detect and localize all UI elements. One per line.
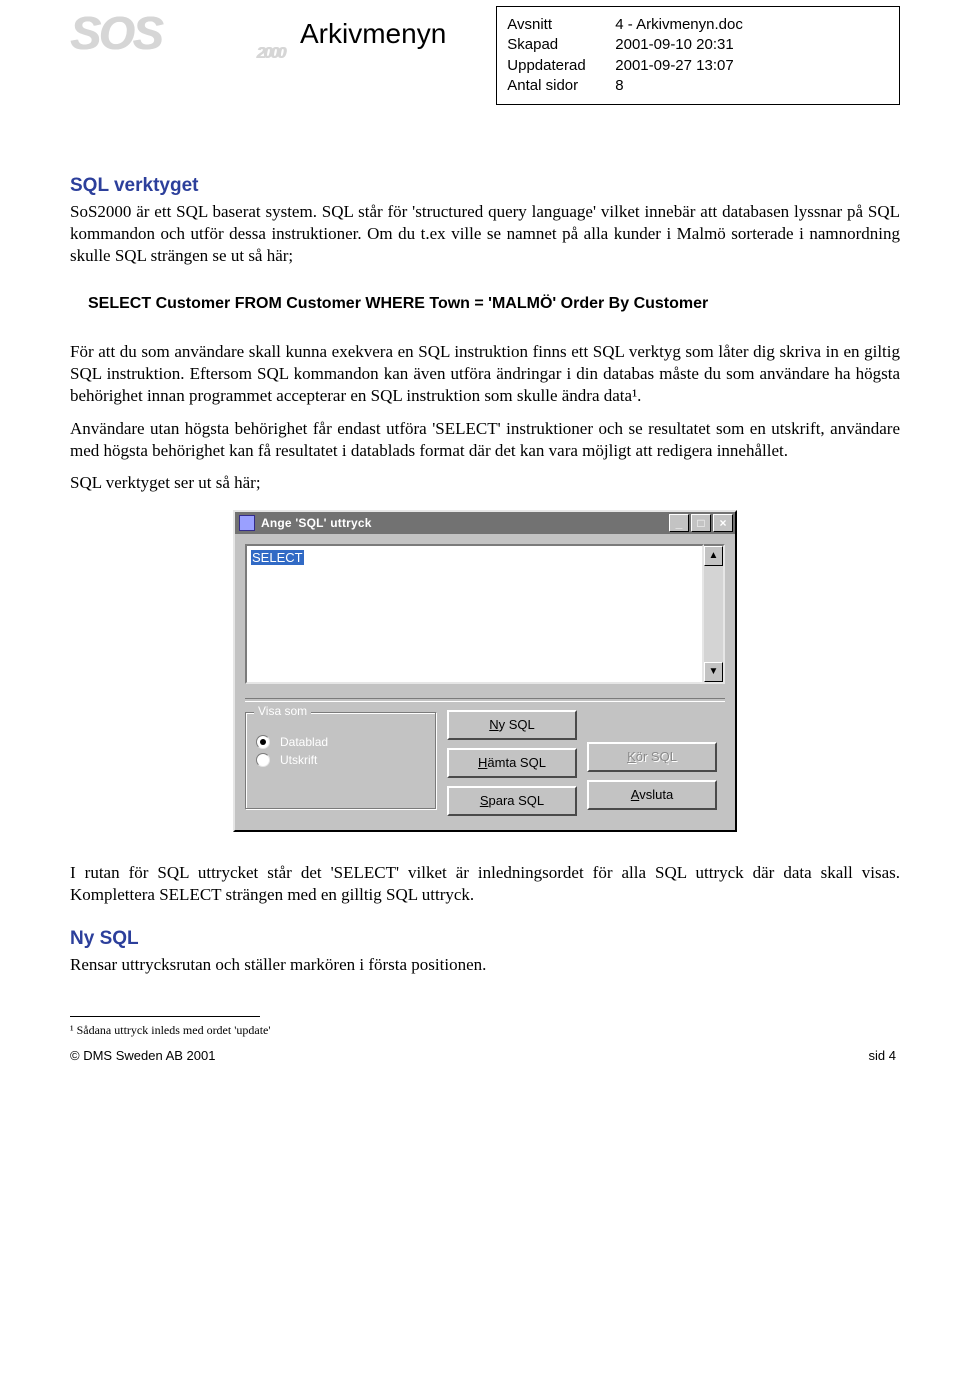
footer-left: © DMS Sweden AB 2001 [70, 1048, 215, 1063]
hamta-sql-label: ämta SQL [487, 755, 546, 770]
page-footer: © DMS Sweden AB 2001 sid 4 [70, 1048, 900, 1063]
logo: SOS 2000 [70, 10, 260, 56]
dialog-title: Ange 'SQL' uttryck [261, 516, 669, 530]
hamta-sql-accel: H [478, 755, 487, 770]
meta-section-label: Avsnitt [507, 15, 615, 35]
spara-sql-button[interactable]: Spara SQL [447, 786, 577, 816]
close-button[interactable]: × [713, 514, 733, 532]
hamta-sql-button[interactable]: Hämta SQL [447, 748, 577, 778]
avsluta-accel: A [631, 787, 639, 802]
para-5: I rutan för SQL uttrycket står det 'SELE… [70, 862, 900, 906]
vertical-scrollbar[interactable]: ▲ ▼ [704, 544, 725, 684]
heading-sql-verktyget: SQL verktyget [70, 175, 900, 197]
spara-sql-label: para SQL [489, 793, 545, 808]
para-4: SQL verktyget ser ut så här; [70, 472, 900, 494]
para-2: För att du som användare skall kunna exe… [70, 341, 900, 407]
sql-example: SELECT Customer FROM Customer WHERE Town… [88, 295, 900, 313]
group-legend: Visa som [254, 704, 311, 718]
page-title: Arkivmenyn [300, 10, 446, 50]
radio-utskrift-row[interactable]: Utskrift [256, 753, 426, 767]
meta-updated-value: 2001-09-27 13:07 [615, 56, 733, 76]
meta-pages-value: 8 [615, 76, 623, 96]
minimize-button[interactable]: _ [669, 514, 689, 532]
meta-box: Avsnitt4 - Arkivmenyn.doc Skapad2001-09-… [496, 6, 900, 105]
meta-pages-label: Antal sidor [507, 76, 615, 96]
dialog-titlebar[interactable]: Ange 'SQL' uttryck _ □ × [235, 512, 735, 534]
heading-ny-sql: Ny SQL [70, 928, 900, 950]
ny-sql-button[interactable]: Ny SQL [447, 710, 577, 740]
visa-som-group: Visa som Datablad Utskrift [245, 712, 437, 810]
sql-text-selected: SELECT [251, 550, 304, 565]
radio-utskrift[interactable] [256, 753, 270, 767]
para-6: Rensar uttrycksrutan och ställer marköre… [70, 954, 900, 976]
sql-dialog: Ange 'SQL' uttryck _ □ × SELECT ▲ ▼ [233, 510, 737, 832]
ny-sql-accel: N [489, 717, 498, 732]
footnote-rule [70, 1016, 260, 1017]
radio-datablad-label: Datablad [280, 735, 328, 749]
form-icon [239, 515, 255, 531]
radio-utskrift-label: Utskrift [280, 753, 317, 767]
minimize-icon: _ [676, 516, 683, 530]
maximize-icon: □ [697, 516, 704, 530]
radio-datablad-row[interactable]: Datablad [256, 735, 426, 749]
logo-subtext: 2000 [256, 46, 284, 62]
page-header: SOS 2000 Arkivmenyn Avsnitt4 - Arkivmeny… [70, 10, 900, 105]
meta-updated-label: Uppdaterad [507, 56, 615, 76]
close-icon: × [719, 516, 726, 530]
maximize-button[interactable]: □ [691, 514, 711, 532]
meta-created-label: Skapad [507, 35, 615, 55]
chevron-down-icon: ▼ [709, 666, 719, 677]
radio-datablad[interactable] [256, 735, 270, 749]
scroll-up-button[interactable]: ▲ [704, 546, 723, 566]
kor-sql-accel: K [627, 749, 636, 764]
chevron-up-icon: ▲ [709, 550, 719, 561]
ny-sql-label: y SQL [499, 717, 535, 732]
spara-sql-accel: S [480, 793, 489, 808]
kor-sql-button[interactable]: Kör SQL [587, 742, 717, 772]
scroll-down-button[interactable]: ▼ [704, 662, 723, 682]
avsluta-label: vsluta [639, 787, 673, 802]
meta-section-value: 4 - Arkivmenyn.doc [615, 15, 743, 35]
meta-created-value: 2001-09-10 20:31 [615, 35, 733, 55]
avsluta-button[interactable]: Avsluta [587, 780, 717, 810]
footnote: ¹ Sådana uttryck inleds med ordet 'updat… [70, 1023, 900, 1038]
logo-text: SOS [70, 7, 161, 59]
para-1: SoS2000 är ett SQL baserat system. SQL s… [70, 201, 900, 267]
separator [245, 698, 725, 702]
footer-right: sid 4 [869, 1048, 896, 1063]
sql-textarea[interactable]: SELECT [245, 544, 704, 684]
scroll-track[interactable] [704, 566, 723, 662]
kor-sql-label: ör SQL [636, 749, 677, 764]
para-3: Användare utan högsta behörighet får end… [70, 418, 900, 462]
